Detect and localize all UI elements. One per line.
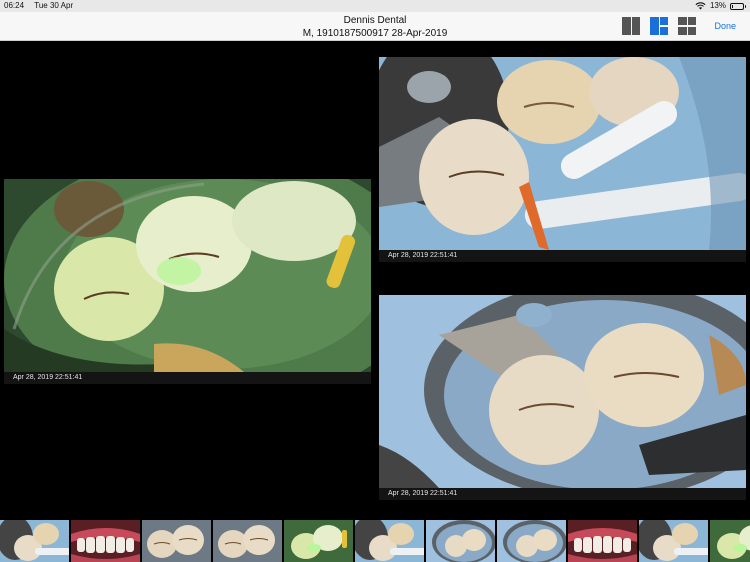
two-column-icon[interactable] [622,17,641,35]
thumbnail-image [568,520,637,562]
thumbnail-image [355,520,424,562]
wifi-icon [695,2,706,10]
thumbnail-image [284,520,353,562]
photo-timestamp: Apr 28, 2019 22:51:41 [379,488,746,500]
status-date: Tue 30 Apr [34,1,74,10]
thumbnail-image [426,520,495,562]
thumbnail-image [71,520,140,562]
thumbnail-image [213,520,282,562]
battery-icon [730,2,746,10]
thumbnail-2[interactable] [71,520,140,562]
status-bar: 06:24 Tue 30 Apr 13% [0,0,750,12]
photo-mirror[interactable]: Apr 28, 2019 22:51:41 [379,295,746,500]
thumbnail-image [497,520,566,562]
thumbnail-6[interactable] [355,520,424,562]
thumbnail-7[interactable] [426,520,495,562]
thumbnail-3[interactable] [142,520,211,562]
dental-photo [4,179,371,372]
thumbnail-image [639,520,708,562]
photo-timestamp: Apr 28, 2019 22:51:41 [4,372,371,384]
thumbnail-image [710,520,750,562]
thumbnail-8[interactable] [497,520,566,562]
thumbnail-5[interactable] [284,520,353,562]
nav-bar: Dennis Dental M, 1910187500917 28-Apr-20… [0,12,750,41]
thumbnail-10[interactable] [639,520,708,562]
thumbnail-image [0,520,69,562]
thumbnail-4[interactable] [213,520,282,562]
thumbnail-1[interactable] [0,520,69,562]
status-time: 06:24 [4,1,25,10]
grid-icon[interactable] [678,17,697,35]
dental-photo [379,295,746,488]
photo-clamp[interactable]: Apr 28, 2019 22:51:41 [379,57,746,262]
photo-fluorescent[interactable]: Apr 28, 2019 22:51:41 [4,179,371,384]
photo-timestamp: Apr 28, 2019 22:51:41 [379,250,746,262]
thumbnail-image [142,520,211,562]
battery-percent: 13% [709,1,726,10]
thumbnail-11[interactable] [710,520,750,562]
done-button[interactable]: Done [714,21,736,31]
one-plus-two-icon[interactable] [650,17,669,35]
thumbnail-9[interactable] [568,520,637,562]
dental-photo [379,57,746,250]
thumbnail-strip [0,520,750,562]
